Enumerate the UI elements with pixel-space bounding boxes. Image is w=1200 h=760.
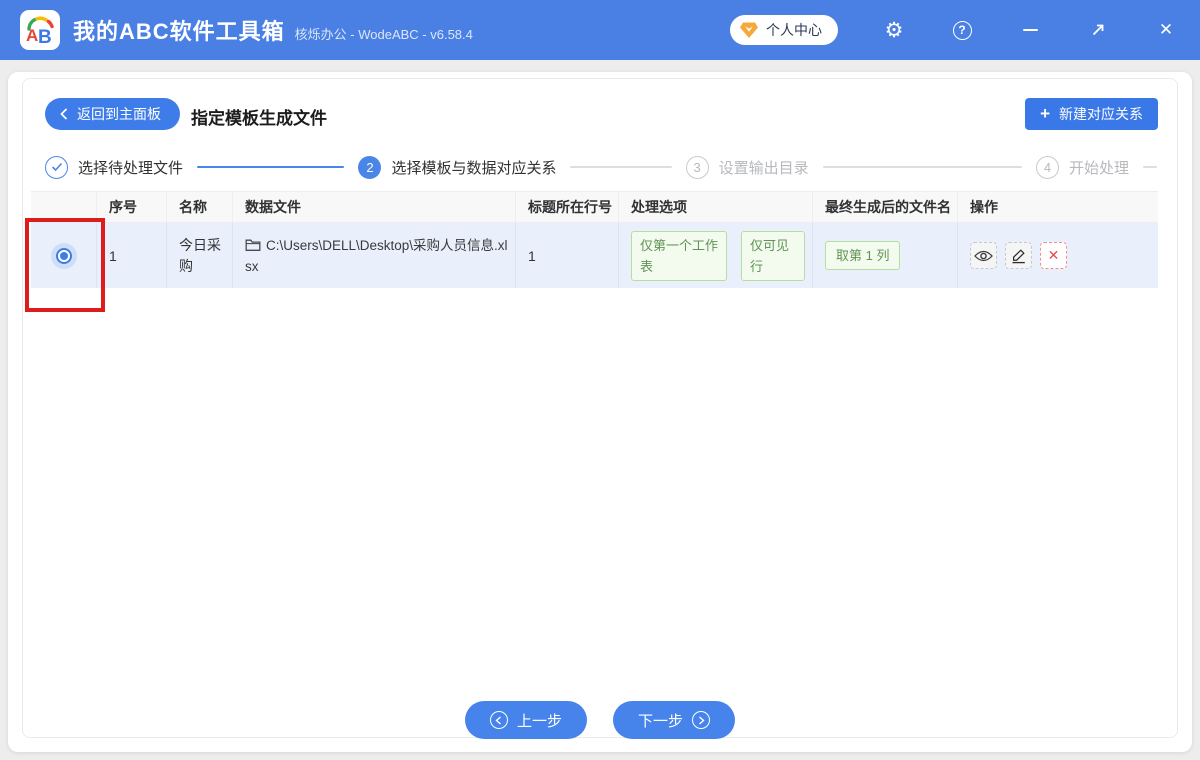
- step-1-label: 选择待处理文件: [78, 159, 184, 177]
- svg-text:A: A: [26, 26, 38, 45]
- relations-table: 序号 名称 数据文件 标题所在行号 处理选项 最终生成后的文件名 操作 1 今日…: [31, 191, 1158, 288]
- prev-step-button[interactable]: 上一步: [464, 701, 587, 739]
- row-title-row-cell: 1: [516, 223, 619, 288]
- app-logo-icon: A B: [20, 10, 60, 50]
- step-connector: [822, 166, 1022, 168]
- step-2-mapping: 2 选择模板与数据对应关系: [358, 155, 557, 179]
- delete-button[interactable]: ✕: [1040, 242, 1067, 269]
- next-step-button[interactable]: 下一步: [613, 701, 736, 739]
- user-center-button[interactable]: 个人中心: [730, 15, 838, 45]
- step-2-label: 选择模板与数据对应关系: [391, 159, 557, 177]
- chevron-left-icon: [60, 108, 68, 120]
- row-options-cell: 仅第一个工作表 仅可见行: [619, 223, 813, 288]
- help-icon[interactable]: ?: [950, 18, 974, 42]
- header-data-file: 数据文件: [233, 192, 516, 222]
- prev-step-label: 上一步: [516, 712, 562, 730]
- step-1-check-icon: [45, 155, 68, 179]
- step-4-label: 开始处理: [1068, 159, 1129, 177]
- header-title-row: 标题所在行号: [516, 192, 619, 222]
- page-title: 指定模板生成文件: [191, 109, 327, 128]
- step-connector: [1143, 166, 1157, 168]
- option-tag-visible-rows: 仅可见行: [741, 230, 805, 281]
- step-4-number: 4: [1035, 155, 1059, 179]
- row-file-path: C:\Users\DELL\Desktop\采购人员信息.xlsx: [245, 237, 508, 274]
- folder-icon: [245, 239, 261, 251]
- wizard-footer: 上一步 下一步: [23, 701, 1177, 739]
- row-filename-cell: 取第 1 列: [813, 223, 958, 288]
- filename-rule-tag: 取第 1 列: [825, 241, 901, 270]
- step-indicator: 选择待处理文件 2 选择模板与数据对应关系 3 设置输出目录 4 开始处理: [45, 153, 1157, 181]
- header-options: 处理选项: [619, 192, 813, 222]
- header-name: 名称: [167, 192, 233, 222]
- content-card: 返回到主面板 指定模板生成文件 + 新建对应关系 选择待处理文件 2 选择模板与…: [22, 78, 1178, 739]
- row-file-cell: C:\Users\DELL\Desktop\采购人员信息.xlsx: [233, 223, 516, 288]
- new-relation-button[interactable]: + 新建对应关系: [1025, 98, 1158, 130]
- back-button-label: 返回到主面板: [77, 106, 161, 122]
- app-subtitle-version: 核烁办公 - WodeABC - v6.58.4: [294, 27, 473, 42]
- table-row[interactable]: 1 今日采购 C:\Users\DELL\Desktop\采购人员信息.xlsx…: [31, 223, 1158, 288]
- pencil-icon: [1012, 248, 1025, 263]
- maximize-button[interactable]: [1086, 18, 1110, 42]
- row-select-cell: [31, 223, 97, 288]
- settings-gear-icon[interactable]: ⚙: [882, 18, 906, 42]
- minimize-button[interactable]: [1018, 18, 1042, 42]
- step-3-number: 3: [685, 155, 709, 179]
- step-3-label: 设置输出目录: [718, 159, 809, 177]
- header-actions: 操作: [970, 199, 998, 215]
- circle-chevron-right-icon: [692, 711, 711, 729]
- row-radio-selected[interactable]: [55, 247, 72, 264]
- app-title: 我的ABC软件工具箱: [73, 19, 285, 44]
- next-step-label: 下一步: [638, 712, 684, 730]
- circle-chevron-left-icon: [489, 711, 508, 729]
- edit-button[interactable]: [1005, 242, 1032, 269]
- back-to-main-button[interactable]: 返回到主面板: [45, 98, 180, 130]
- row-name: 今日采购: [179, 236, 221, 274]
- eye-icon: [974, 250, 993, 261]
- titlebar-controls: 个人中心 ⚙ ? ✕: [730, 15, 1178, 45]
- titlebar: A B 我的ABC软件工具箱 核烁办公 - WodeABC - v6.58.4 …: [0, 0, 1200, 60]
- preview-button[interactable]: [970, 242, 997, 269]
- row-actions-cell: ✕: [958, 223, 1158, 288]
- vip-gem-icon: [740, 22, 758, 38]
- row-name-cell: 今日采购: [167, 223, 233, 288]
- option-tag-first-sheet: 仅第一个工作表: [631, 230, 727, 281]
- new-relation-label: 新建对应关系: [1059, 106, 1143, 122]
- svg-text:B: B: [38, 27, 52, 48]
- step-connector: [197, 166, 345, 168]
- table-header-row: 序号 名称 数据文件 标题所在行号 处理选项 最终生成后的文件名 操作: [31, 191, 1158, 223]
- delete-x-icon: ✕: [1047, 247, 1060, 264]
- plus-icon: +: [1040, 103, 1050, 123]
- header-index: 序号: [97, 192, 167, 222]
- step-2-number: 2: [358, 155, 382, 179]
- header-filename: 最终生成后的文件名: [813, 192, 958, 222]
- step-1-select-files: 选择待处理文件: [45, 155, 184, 179]
- step-4-start: 4 开始处理: [1035, 155, 1129, 179]
- header-select: [31, 192, 97, 222]
- user-center-label: 个人中心: [766, 22, 822, 38]
- step-connector: [570, 166, 672, 168]
- step-3-output-dir: 3 设置输出目录: [685, 155, 809, 179]
- row-index-cell: 1: [97, 223, 167, 288]
- close-button[interactable]: ✕: [1154, 18, 1178, 42]
